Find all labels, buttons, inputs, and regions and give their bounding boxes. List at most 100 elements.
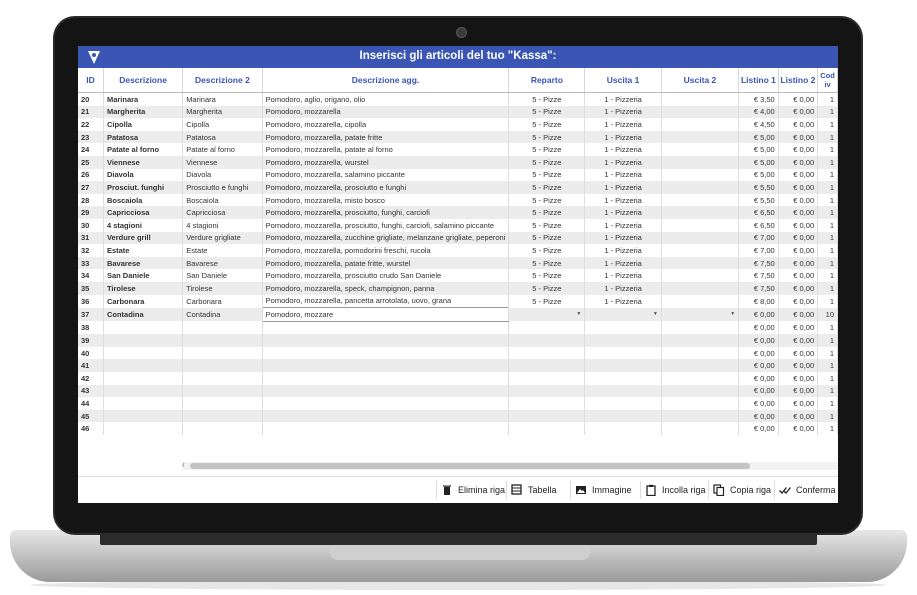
cell-listino-2[interactable]: € 0,00 [778,321,819,335]
cell-listino-2[interactable]: € 0,00 [778,409,819,423]
cell-cod-iva[interactable]: 1 [817,118,838,131]
col-header-descrizione-2[interactable]: Descrizione 2 [182,68,263,93]
col-header-listino-2[interactable]: Listino 2 [778,68,819,93]
cell-descrizione-agg[interactable]: Pomodoro, mozzarella, cipolla [262,118,510,131]
cell-descrizione[interactable]: Cipolla [103,118,184,131]
cell-descrizione-2[interactable]: Boscaiola [182,193,263,207]
row-id[interactable]: 40 [78,346,104,360]
cell-uscita-1[interactable]: ▼ [584,307,662,322]
cell-reparto[interactable] [508,422,586,436]
row-id[interactable]: 44 [78,397,104,410]
cell-descrizione-2[interactable] [182,409,263,423]
cell-descrizione-agg[interactable]: Pomodoro, mozzarella, patate fritte, wur… [262,256,510,270]
cell-uscita-1[interactable] [584,384,662,398]
cell-reparto[interactable]: 5 - Pizze [508,92,586,106]
cell-descrizione-2[interactable]: Margherita [182,105,263,119]
row-id[interactable]: 21 [78,105,104,119]
cell-listino-2[interactable]: € 0,00 [778,155,819,169]
row-id[interactable]: 27 [78,181,104,194]
cell-uscita-2[interactable] [661,143,740,156]
cell-descrizione-2[interactable]: Capricciosa [182,206,263,219]
cell-uscita-1[interactable]: 1 - Pizzeria [584,281,662,295]
cell-listino-1[interactable]: € 3,50 [738,92,779,106]
cell-descrizione[interactable]: Margherita [103,105,184,119]
cell-uscita-1[interactable]: 1 - Pizzeria [584,92,662,106]
cell-listino-1[interactable]: € 0,00 [738,321,779,335]
cell-descrizione-agg[interactable] [262,422,510,436]
table-row[interactable]: 20 Marinara Marinara Pomodoro, aglio, origa… [78,92,838,106]
col-header-listino-1[interactable]: Listino 1 [738,68,779,93]
cell-listino-2[interactable]: € 0,00 [778,372,819,385]
table-row[interactable]: 36 Carbonara Carbonara Pomodoro, mozzarella… [78,294,838,308]
cell-descrizione-agg[interactable]: Pomodoro, mozzarella, prosciutto, funghi… [262,206,510,219]
cell-reparto[interactable]: 5 - Pizze [508,244,586,257]
cell-reparto[interactable]: 5 - Pizze [508,269,586,282]
cell-listino-2[interactable]: € 0,00 [778,307,819,322]
cell-descrizione[interactable]: Carbonara [103,294,184,308]
cell-listino-2[interactable]: € 0,00 [778,231,819,245]
table-row[interactable]: 22 Cipolla Cipolla Pomodoro, mozzarella, ci… [78,118,838,131]
cell-descrizione[interactable]: Tirolese [103,281,184,295]
cell-uscita-2[interactable] [661,118,740,131]
cell-cod-iva[interactable]: 1 [817,92,838,106]
cell-cod-iva[interactable]: 1 [817,269,838,282]
cell-descrizione-2[interactable]: Estate [182,244,263,257]
cell-reparto[interactable]: 5 - Pizze [508,294,586,308]
cell-uscita-2[interactable] [661,269,740,282]
cell-listino-1[interactable]: € 4,00 [738,105,779,119]
cell-cod-iva[interactable]: 10 [817,307,838,322]
dropdown-arrow-icon[interactable]: ▼ [730,311,735,317]
horizontal-scrollbar[interactable]: ‹ [182,460,838,470]
cell-uscita-1[interactable]: 1 - Pizzeria [584,155,662,169]
cell-reparto[interactable]: 5 - Pizze [508,181,586,194]
row-id[interactable]: 32 [78,244,104,257]
cell-uscita-2[interactable] [661,130,740,144]
cell-descrizione-2[interactable]: Tirolese [182,281,263,295]
cell-descrizione[interactable] [103,321,184,335]
table-row[interactable]: 35 Tirolese Tirolese Pomodoro, mozzarella, … [78,281,838,295]
scroll-left-icon[interactable]: ‹ [182,460,185,469]
cell-reparto[interactable] [508,397,586,410]
cell-listino-2[interactable]: € 0,00 [778,181,819,194]
cell-uscita-2[interactable] [661,294,740,308]
cell-descrizione-agg[interactable]: Pomodoro, mozzarella, patate al forno [262,143,510,156]
cell-reparto[interactable] [508,409,586,423]
cell-descrizione[interactable]: Patate al forno [103,143,184,156]
table-row[interactable]: 43 € 0,00 € 0,00 1 [78,384,838,398]
cell-uscita-2[interactable] [661,155,740,169]
col-header-descrizione[interactable]: Descrizione [103,68,184,93]
cell-listino-1[interactable]: € 5,00 [738,130,779,144]
cell-listino-1[interactable]: € 0,00 [738,397,779,410]
cell-listino-1[interactable]: € 5,00 [738,155,779,169]
table-row[interactable]: 25 Viennese Viennese Pomodoro, mozzarella, … [78,155,838,169]
cell-descrizione-agg[interactable]: Pomodoro, mozzarella [262,105,510,119]
cell-listino-1[interactable]: € 4,50 [738,118,779,131]
cell-cod-iva[interactable]: 1 [817,206,838,219]
cell-uscita-2[interactable] [661,281,740,295]
row-id[interactable]: 43 [78,384,104,398]
cell-uscita-1[interactable]: 1 - Pizzeria [584,231,662,245]
cell-uscita-2[interactable] [661,334,740,347]
row-id[interactable]: 41 [78,359,104,373]
cell-listino-1[interactable]: € 7,00 [738,244,779,257]
cell-listino-2[interactable]: € 0,00 [778,118,819,131]
cell-reparto[interactable]: 5 - Pizze [508,218,586,232]
cell-descrizione-agg[interactable] [262,334,510,347]
cell-uscita-2[interactable] [661,422,740,436]
cell-cod-iva[interactable]: 1 [817,155,838,169]
cell-descrizione-agg[interactable] [262,372,510,385]
dropdown-arrow-icon[interactable]: ▼ [653,311,658,317]
table-row[interactable]: 26 Diavola Diavola Pomodoro, mozzarella, sa… [78,168,838,182]
cell-descrizione[interactable] [103,346,184,360]
cell-uscita-2[interactable] [661,321,740,335]
cell-uscita-1[interactable]: 1 - Pizzeria [584,206,662,219]
cell-uscita-1[interactable]: 1 - Pizzeria [584,193,662,207]
cell-uscita-2[interactable] [661,231,740,245]
cell-reparto[interactable] [508,372,586,385]
cell-reparto[interactable]: 5 - Pizze [508,105,586,119]
table-row[interactable]: 23 Patatosa Patatosa Pomodoro, mozzarella, … [78,130,838,144]
cell-descrizione[interactable]: Patatosa [103,130,184,144]
cell-listino-1[interactable]: € 0,00 [738,422,779,436]
cell-descrizione-2[interactable]: Carbonara [182,294,263,308]
cell-cod-iva[interactable]: 1 [817,256,838,270]
